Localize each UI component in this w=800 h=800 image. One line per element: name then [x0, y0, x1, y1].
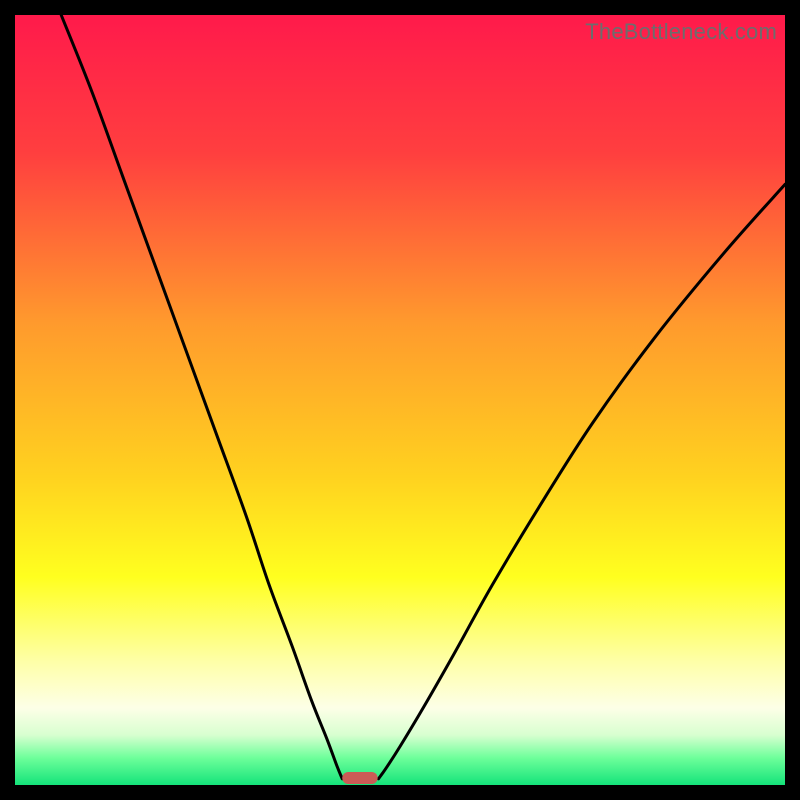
marker-group: [342, 772, 377, 784]
chart-frame: TheBottleneck.com: [15, 15, 785, 785]
watermark-text: TheBottleneck.com: [585, 19, 777, 45]
gradient-background: [15, 15, 785, 785]
chart-svg: [15, 15, 785, 785]
min-marker: [342, 772, 377, 784]
